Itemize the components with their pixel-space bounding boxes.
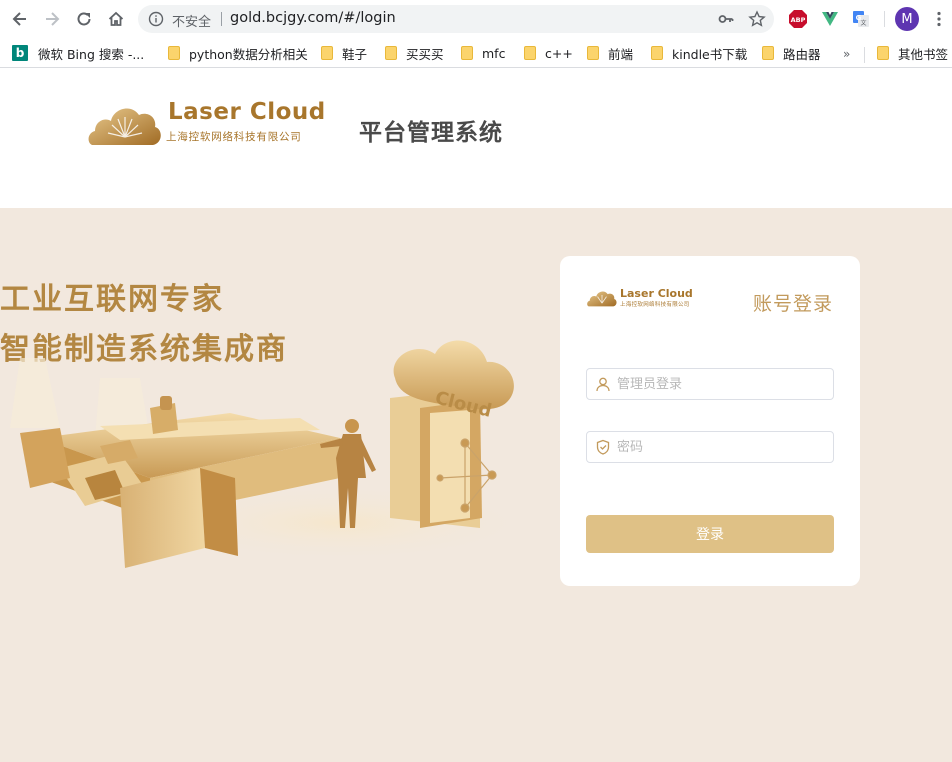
bookmark-label: python数据分析相关 bbox=[189, 46, 308, 62]
bookmark-label: 微软 Bing 搜索 -... bbox=[38, 46, 145, 62]
login-button[interactable]: 登录 bbox=[586, 515, 834, 553]
bookmarks-overflow-button[interactable]: » bbox=[843, 47, 850, 61]
folder-icon bbox=[762, 46, 774, 60]
factory-illustration: Cloud bbox=[10, 340, 540, 568]
brand-name-en: Laser Cloud bbox=[168, 99, 326, 125]
vue-devtools-extension[interactable] bbox=[820, 9, 840, 29]
folder-icon bbox=[651, 46, 663, 60]
bookmark-label: kindle书下载 bbox=[672, 46, 748, 62]
back-button[interactable] bbox=[9, 8, 31, 30]
security-label[interactable]: 不安全 bbox=[172, 11, 211, 30]
bookmark-label: 路由器 bbox=[783, 46, 821, 62]
bookmark-label: 前端 bbox=[608, 46, 634, 62]
folder-icon bbox=[461, 46, 473, 60]
password-field[interactable] bbox=[586, 431, 834, 463]
svg-text:ABP: ABP bbox=[791, 16, 806, 24]
profile-avatar[interactable]: M bbox=[895, 7, 919, 31]
info-icon[interactable] bbox=[148, 11, 164, 27]
shield-icon bbox=[596, 439, 610, 455]
brand-name-cn: 上海控软网络科技有限公司 bbox=[166, 131, 302, 143]
folder-icon bbox=[385, 46, 397, 60]
address-bar[interactable]: 不安全 gold.bcjgy.com/#/login bbox=[138, 5, 774, 33]
abp-icon: ABP bbox=[789, 10, 807, 28]
home-icon bbox=[108, 11, 124, 26]
bookmark-label: mfc bbox=[482, 45, 506, 61]
login-title: 账号登录 bbox=[753, 293, 834, 315]
bing-icon: b bbox=[12, 45, 28, 61]
toolbar-divider bbox=[884, 11, 885, 27]
google-translate-extension[interactable]: G文 bbox=[851, 9, 871, 29]
bookmark-label: 其他书签 bbox=[898, 46, 949, 62]
bookmark-label: c++ bbox=[545, 45, 573, 61]
user-icon bbox=[596, 377, 610, 392]
bookmark-folder-frontend[interactable]: 前端 bbox=[587, 44, 633, 62]
reload-icon bbox=[77, 12, 91, 26]
star-icon[interactable] bbox=[748, 10, 766, 28]
arrow-right-icon bbox=[46, 12, 60, 26]
browser-toolbar: 不安全 gold.bcjgy.com/#/login ABP G文 M bbox=[0, 0, 952, 38]
bookmark-folder-shopping[interactable]: 买买买 bbox=[385, 44, 444, 62]
arrow-left-icon bbox=[12, 12, 26, 26]
bookmarks-divider bbox=[864, 47, 865, 63]
username-field[interactable] bbox=[586, 368, 834, 400]
brand-logo: Laser Cloud 上海控软网络科技有限公司 bbox=[88, 95, 344, 149]
bookmark-folder-python[interactable]: python数据分析相关 bbox=[168, 44, 308, 62]
bookmark-folder-cpp[interactable]: c++ bbox=[524, 44, 573, 62]
folder-icon bbox=[168, 46, 180, 60]
card-logo: Laser Cloud 上海控软网络科技有限公司 bbox=[586, 286, 698, 310]
card-logo-en: Laser Cloud bbox=[620, 287, 693, 300]
bookmark-label: 买买买 bbox=[406, 46, 444, 62]
bookmark-folder-mfc[interactable]: mfc bbox=[461, 44, 505, 62]
url-text[interactable]: gold.bcjgy.com/#/login bbox=[230, 10, 396, 26]
card-logo-cn: 上海控软网络科技有限公司 bbox=[620, 302, 690, 308]
slogan-line-1: 工业互联网专家 bbox=[0, 282, 224, 317]
forward-button[interactable] bbox=[41, 8, 63, 30]
password-input[interactable] bbox=[617, 432, 827, 462]
google-translate-icon: G文 bbox=[853, 11, 869, 27]
cloud-logo-icon bbox=[587, 291, 617, 307]
cloud-logo-icon bbox=[88, 108, 161, 145]
folder-icon bbox=[321, 46, 333, 60]
reload-button[interactable] bbox=[73, 8, 95, 30]
light-beam bbox=[10, 358, 60, 428]
folder-icon bbox=[524, 46, 536, 60]
login-card: Laser Cloud 上海控软网络科技有限公司 账号登录 登录 bbox=[560, 256, 860, 586]
bookmark-other[interactable]: 其他书签 bbox=[877, 44, 948, 62]
more-vert-icon[interactable] bbox=[930, 10, 948, 28]
abp-extension[interactable]: ABP bbox=[788, 9, 808, 29]
folder-icon bbox=[587, 46, 599, 60]
bookmark-bing[interactable]: b 微软 Bing 搜索 -... bbox=[12, 44, 144, 62]
bookmarks-bar: b 微软 Bing 搜索 -... python数据分析相关 鞋子 买买买 mf… bbox=[0, 38, 952, 68]
bookmark-folder-shoes[interactable]: 鞋子 bbox=[321, 44, 367, 62]
address-divider bbox=[221, 12, 222, 26]
bookmark-label: 鞋子 bbox=[342, 46, 368, 62]
system-title: 平台管理系统 bbox=[359, 120, 503, 146]
username-input[interactable] bbox=[617, 369, 827, 399]
vue-devtools-icon bbox=[822, 12, 838, 26]
svg-text:文: 文 bbox=[860, 19, 866, 27]
bookmark-folder-router[interactable]: 路由器 bbox=[762, 44, 821, 62]
key-icon[interactable] bbox=[718, 11, 734, 27]
bookmark-folder-kindle[interactable]: kindle书下载 bbox=[651, 44, 747, 62]
home-button[interactable] bbox=[105, 8, 127, 30]
folder-icon bbox=[877, 46, 889, 60]
